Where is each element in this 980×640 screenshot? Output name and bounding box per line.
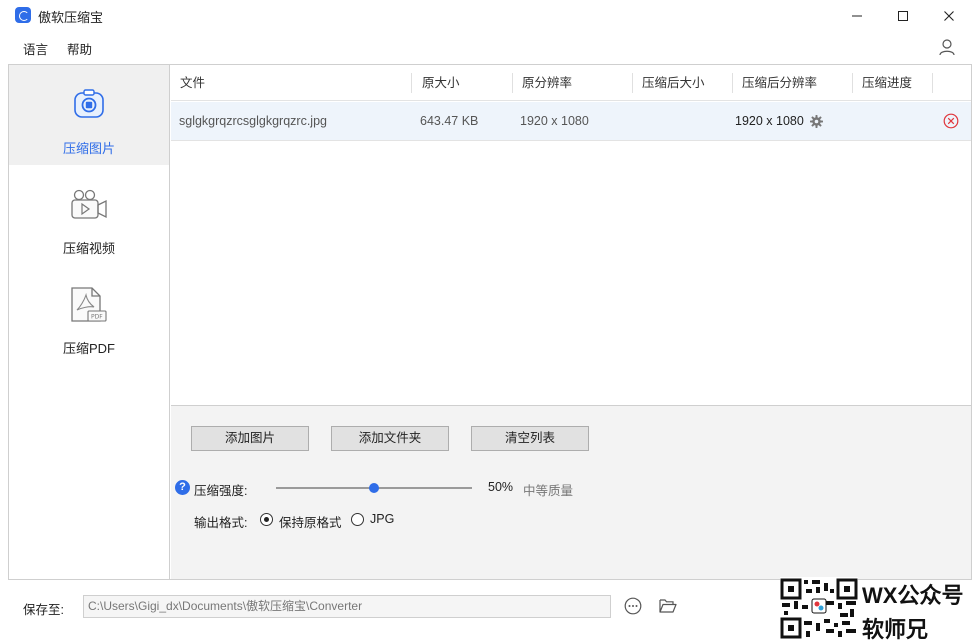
settings-panel: 添加图片 添加文件夹 清空列表 ? 压缩强度: 50% 中等质量 输出格式: 保… (171, 405, 971, 579)
column-divider (632, 73, 633, 93)
column-header-file: 文件 (180, 76, 206, 90)
format-jpg-label[interactable]: JPG (370, 512, 394, 526)
sidebar-item-compress-image[interactable]: 压缩图片 (9, 65, 169, 165)
sidebar-item-label: 压缩图片 (62, 141, 115, 156)
clear-list-button[interactable]: 清空列表 (471, 426, 589, 451)
column-header-compressed-resolution: 压缩后分辨率 (742, 76, 818, 90)
minimize-button[interactable] (834, 0, 880, 31)
sidebar-item-label: 压缩PDF (62, 341, 115, 356)
column-header-progress: 压缩进度 (862, 76, 913, 90)
app-logo-icon (15, 7, 31, 23)
original-resolution: 1920 x 1080 (520, 114, 589, 128)
sidebar-item-label: 压缩视频 (62, 241, 115, 256)
maximize-button[interactable] (880, 0, 926, 31)
svg-text:PDF: PDF (91, 314, 103, 321)
sidebar-item-compress-video[interactable]: 压缩视频 (9, 165, 169, 265)
output-format-label: 输出格式: (194, 516, 248, 530)
sidebar: 压缩图片 压缩视频 PDF 压缩PDF (9, 65, 170, 579)
table-header: 文件 原大小 原分辨率 压缩后大小 压缩后分辨率 压缩进度 (171, 65, 971, 101)
column-divider (932, 73, 933, 93)
slider-thumb[interactable] (369, 483, 379, 493)
compression-strength-label: 压缩强度: (194, 484, 248, 498)
column-divider (411, 73, 412, 93)
open-folder-icon[interactable] (659, 598, 677, 613)
original-size: 643.47 KB (420, 114, 479, 128)
close-icon (944, 10, 954, 21)
save-to-label: 保存至: (23, 603, 64, 617)
file-table: 文件 原大小 原分辨率 压缩后大小 压缩后分辨率 压缩进度 sglgkgrqzr… (171, 65, 971, 405)
column-header-original-resolution: 原分辨率 (522, 76, 573, 90)
save-path-field[interactable]: C:\Users\Gigi_dx\Documents\傲软压缩宝\Convert… (83, 595, 611, 618)
column-divider (852, 73, 853, 93)
watermark-line2: 软师兄 (862, 617, 929, 640)
compressed-resolution: 1920 x 1080 (735, 114, 804, 128)
column-header-compressed-size: 压缩后大小 (642, 76, 705, 90)
more-options-icon[interactable] (624, 597, 642, 615)
compression-quality-desc: 中等质量 (523, 484, 574, 498)
main-frame: 压缩图片 压缩视频 PDF 压缩PDF 文件 原大小 原分辨率 压缩后大小 压缩… (8, 64, 972, 580)
format-jpg-radio[interactable] (351, 513, 364, 526)
gear-icon[interactable] (810, 115, 824, 129)
pdf-file-icon: PDF (71, 287, 107, 322)
user-account-icon[interactable] (938, 38, 956, 56)
format-keep-original-radio[interactable] (260, 513, 273, 526)
menu-language[interactable]: 语言 (23, 39, 48, 58)
column-header-original-size: 原大小 (422, 76, 460, 90)
format-keep-original-label[interactable]: 保持原格式 (279, 512, 342, 531)
minimize-icon (852, 15, 862, 16)
menu-bar: 语言 帮助 (0, 31, 980, 63)
remove-file-icon[interactable] (943, 113, 959, 129)
add-images-button[interactable]: 添加图片 (191, 426, 309, 451)
window-title: 傲软压缩宝 (38, 10, 104, 25)
column-divider (732, 73, 733, 93)
compression-strength-slider[interactable] (276, 483, 472, 493)
close-button[interactable] (926, 0, 972, 31)
sidebar-item-compress-pdf[interactable]: PDF 压缩PDF (9, 265, 169, 365)
watermark-line1: WX公众号 (862, 583, 964, 608)
maximize-icon (898, 10, 908, 21)
column-divider (512, 73, 513, 93)
help-icon[interactable]: ? (175, 480, 190, 495)
qr-code-icon (780, 577, 858, 640)
add-folder-button[interactable]: 添加文件夹 (331, 426, 449, 451)
compressed-resolution-cell: 1920 x 1080 (735, 102, 824, 141)
image-compress-icon (74, 89, 104, 118)
table-row[interactable]: sglgkgrqzrcsglgkgrqzrc.jpg 643.47 KB 192… (171, 102, 971, 141)
compression-strength-value: 50% (488, 480, 514, 494)
menu-help[interactable]: 帮助 (67, 39, 92, 58)
video-camera-icon (71, 189, 107, 219)
title-bar: 傲软压缩宝 (0, 0, 980, 31)
file-name: sglgkgrqzrcsglgkgrqzrc.jpg (179, 114, 327, 128)
